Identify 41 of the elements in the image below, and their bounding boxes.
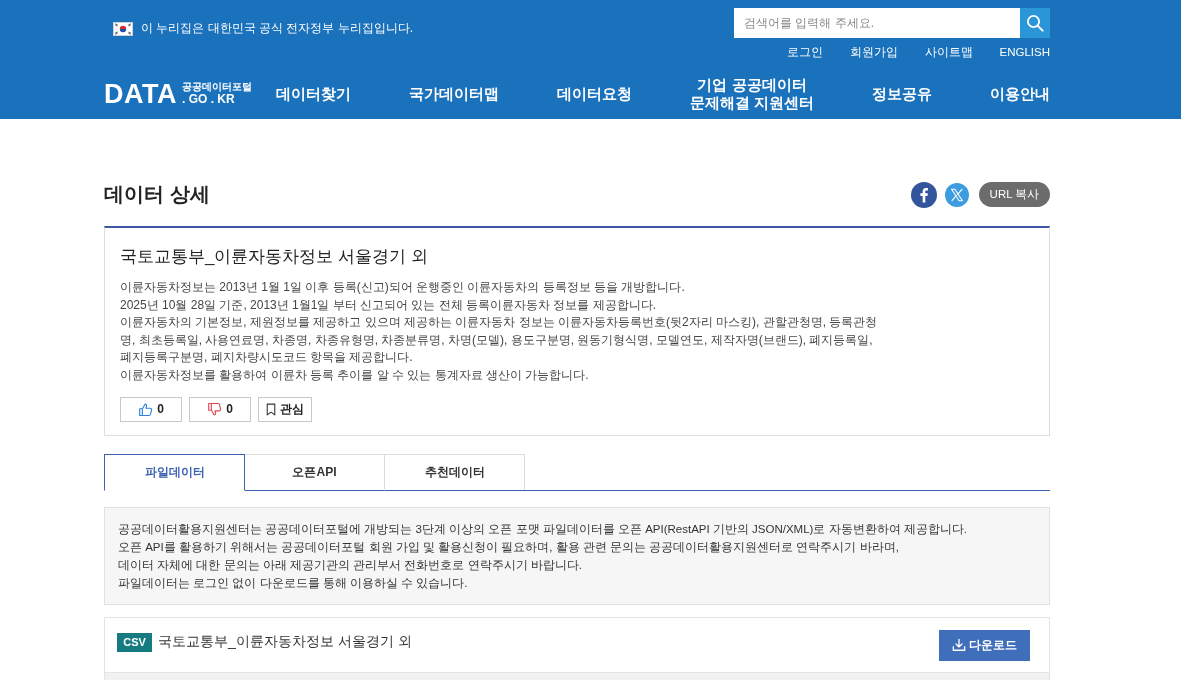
nav-link[interactable]: 정보공유: [872, 84, 933, 103]
gov-notice-text: 이 누리집은 대한민국 공식 전자정부 누리집입니다.: [141, 20, 413, 37]
dislike-button[interactable]: 0: [189, 396, 251, 422]
nav-link[interactable]: 국가데이터맵: [408, 84, 499, 103]
facebook-icon[interactable]: [911, 181, 937, 208]
tab[interactable]: 추천데이터: [384, 453, 525, 491]
page-title: 데이터 상세: [104, 182, 210, 207]
search-field[interactable]: 검색어를 입력해 주세요.: [734, 8, 1020, 38]
nav-link[interactable]: 데이터찾기: [276, 84, 351, 103]
nav-link[interactable]: 데이터요청: [556, 84, 632, 103]
tab[interactable]: 파일데이터: [104, 453, 245, 491]
logo-domain: . GO . KR: [182, 92, 235, 106]
search-button[interactable]: [1020, 8, 1050, 38]
file-title: 국토교통부_이륜자동차정보 서울경기 외: [158, 633, 412, 652]
dataset-title: 국토교통부_이륜자동차정보 서울경기 외: [120, 246, 429, 268]
notice-text: 공공데이터활용지원센터는 공공데이터포털에 개방되는 3단계 이상의 오픈 포맷 파일데이터를 오픈 API(RestAPI 기반의 JSON/XML)로 자동변환하여 제공합니다. 오픈 API를 활용하기 위해서는 공공데이터포털 회원 가입 및 활용신청이 필요하며, 활용 관련 문의는 공공데이터활용지원센터로 연락주시기 바라며, 데이터 자체에 대한 문의는 아래 제공기관의 관리부서 전화번호로 연락주시기 바랍니다. 파일데이터는 로그인 없이 다운로드를 통해 이용하실 수 있습니다.: [118, 521, 968, 591]
logo-wordmark[interactable]: DATA: [104, 80, 177, 107]
description-text: 이륜자동차정보는 2013년 1월 1일 이후 등록(신고)되어 운행중인 이륜자동차의 등록정보 등을 개방합니다.: [120, 279, 686, 296]
search-icon: [1026, 14, 1044, 32]
download-icon: [952, 638, 966, 653]
bookmark-button[interactable]: 관심: [258, 396, 312, 422]
thumbs-down-icon: [207, 401, 223, 417]
copy-url-button[interactable]: URL 복사: [979, 182, 1050, 207]
bookmark-icon: [266, 402, 276, 416]
file-format-tag: CSV: [117, 632, 152, 652]
description-text: 2025년 10월 28일 기준, 2013년 1월1일 부터 신고되어 있는 전체 등록이륜자동차 정보를 제공합니다.: [120, 296, 658, 314]
nav-link[interactable]: 이용안내: [990, 84, 1050, 103]
description-text: 이륜자동차의 기본정보, 제원정보를 제공하고 있으며 제공하는 이륜자동차 정보는 이륜자동차등록번호(뒷2자리 마스킹), 관할관청명, 등록관청명, 최초등록일, 사용연료명, 차종명, 차종유형명, 차종분류명, 차명(모델), 용도구분명, 원동기형식명, 모델연도, 제작자명(브랜드), 폐지등록일, 폐지등록구분명, 폐지차량시도코드 항목을 제공합니다.: [120, 314, 879, 367]
logo-subtitle: 공공데이터포털: [182, 81, 252, 92]
tab[interactable]: 오픈API: [244, 453, 385, 491]
utility-link[interactable]: 회원가입: [849, 45, 898, 59]
flag-icon: [113, 21, 133, 36]
nav-link[interactable]: 기업 공공데이터 문제해결 지원센터: [689, 75, 815, 112]
utility-link[interactable]: 로그인: [786, 45, 823, 59]
utility-link[interactable]: 사이트맵: [924, 45, 973, 59]
download-button[interactable]: 다운로드: [939, 629, 1030, 661]
description-text: 이륜자동차정보를 활용하여 이륜차 등록 추이를 알 수 있는 통계자료 생산이 가능합니다.: [120, 366, 590, 384]
like-button[interactable]: 0: [120, 396, 182, 422]
x-logo-icon[interactable]: [945, 182, 969, 207]
thumbs-up-icon: [138, 401, 154, 417]
utility-link[interactable]: ENGLISH: [999, 45, 1050, 59]
